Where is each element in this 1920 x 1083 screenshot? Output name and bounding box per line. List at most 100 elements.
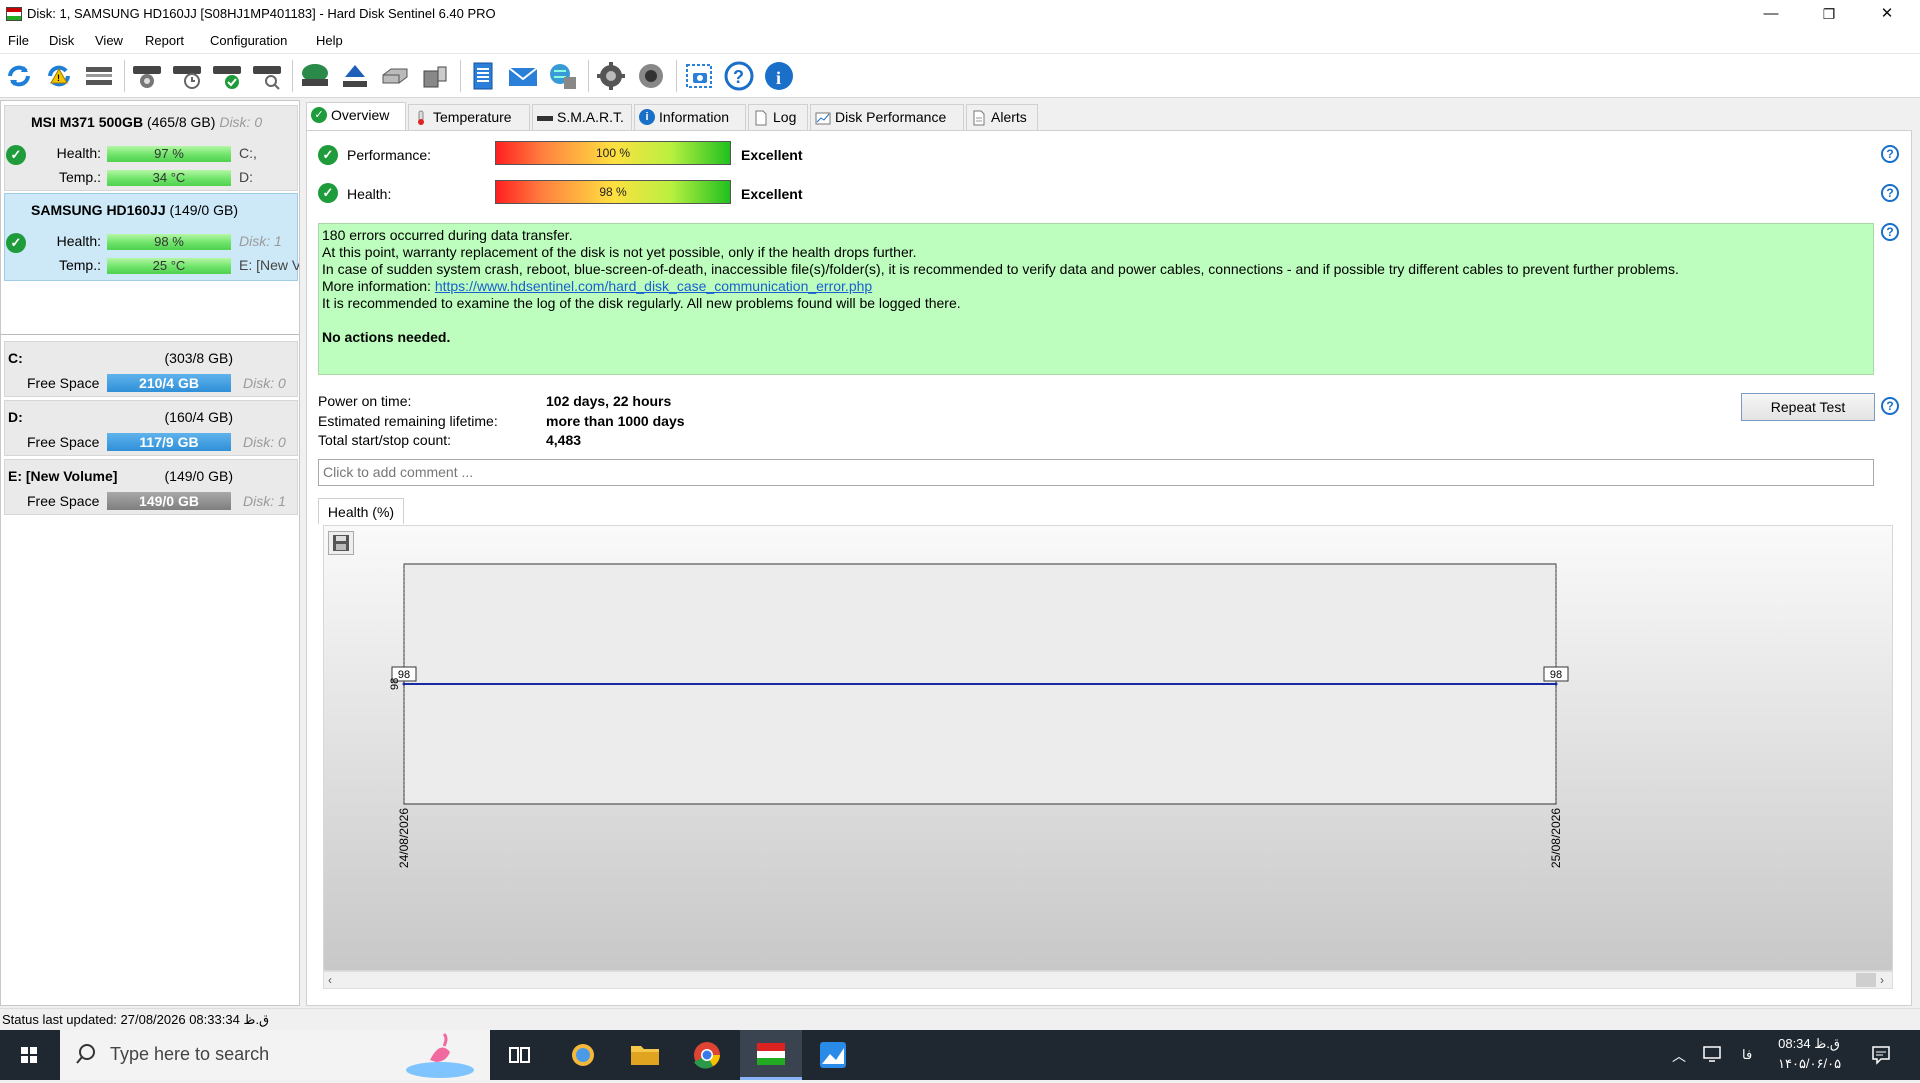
comment-input[interactable]: Click to add comment ... <box>318 459 1874 486</box>
info-icon: i <box>639 109 655 125</box>
volume-disk: Disk: 0 <box>243 434 286 450</box>
thermometer-icon <box>413 109 429 125</box>
refresh-warning-icon[interactable]: ! <box>42 59 76 93</box>
tab-smart[interactable]: S.M.A.R.T. <box>532 104 632 130</box>
network-icon[interactable] <box>546 59 580 93</box>
menu-disk[interactable]: Disk <box>49 33 74 48</box>
scroll-left-icon[interactable]: ‹ <box>328 973 332 987</box>
health-chart: 98 98 98 24/08/2026 25/08/2026 <box>323 525 1893 971</box>
tab-disk-performance[interactable]: Disk Performance <box>810 104 964 130</box>
start-stop-value: 4,483 <box>546 432 582 448</box>
volume-item[interactable]: E: [New Volume] (149/0 GB) Free Space 14… <box>4 459 298 515</box>
volume-item[interactable]: D: (160/4 GB) Free Space 117/9 GB Disk: … <box>4 400 298 456</box>
disk-item[interactable]: MSI M371 500GB (465/8 GB) Disk: 0 ✓ Heal… <box>4 105 298 191</box>
report-icon[interactable] <box>466 59 500 93</box>
lifetime-value: more than 1000 days <box>546 413 685 429</box>
tab-overview[interactable]: ✓ Overview <box>306 102 406 130</box>
network-tray-icon[interactable] <box>1702 1044 1722 1067</box>
sound-icon[interactable] <box>634 59 668 93</box>
tab-temperature[interactable]: Temperature <box>408 104 530 130</box>
data-point <box>1554 682 1558 686</box>
help-icon[interactable]: ? <box>1881 184 1899 202</box>
disk-schedule-icon[interactable] <box>170 59 204 93</box>
flamingo-icon <box>406 1032 474 1078</box>
screenshot-icon[interactable] <box>682 59 716 93</box>
menu-report[interactable]: Report <box>145 33 184 48</box>
chrome-icon <box>694 1042 720 1069</box>
message-line: More information: https://www.hdsentinel… <box>322 278 1870 295</box>
disk-name: MSI M371 500GB (465/8 GB) Disk: 0 <box>31 114 263 130</box>
disk-name: SAMSUNG HD160JJ (149/0 GB) <box>31 202 238 218</box>
scroll-right-icon[interactable]: › <box>1880 973 1884 987</box>
clock-time[interactable]: 08:34 ق.ظ <box>1778 1036 1840 1052</box>
info-link[interactable]: https://www.hdsentinel.com/hard_disk_cas… <box>435 278 872 294</box>
refresh-icon[interactable] <box>2 59 36 93</box>
volume-name: C: <box>8 350 23 366</box>
disk-volumes: E: [New V <box>239 257 299 273</box>
tab-information[interactable]: i Information <box>634 104 746 130</box>
language-indicator[interactable]: فا <box>1742 1047 1752 1063</box>
disk-search-icon[interactable] <box>250 59 284 93</box>
notification-icon[interactable] <box>1870 1044 1892 1069</box>
help-icon[interactable]: ? <box>1881 145 1899 163</box>
help-icon[interactable]: ? <box>722 59 756 93</box>
chart-canvas: 98 989824/08/2026 25/08/2026 <box>389 563 1569 868</box>
mail-icon[interactable] <box>506 59 540 93</box>
help-icon[interactable]: ? <box>1881 397 1899 415</box>
menu-view[interactable]: View <box>95 33 123 48</box>
status-message: 180 errors occurred during data transfer… <box>318 223 1874 375</box>
performance-ok-icon: ✓ <box>318 145 338 165</box>
disk-item-selected[interactable]: SAMSUNG HD160JJ (149/0 GB) ✓ Health: 98 … <box>4 193 299 281</box>
message-line: At this point, warranty replacement of t… <box>322 244 917 260</box>
toolbar: ! ? i <box>0 54 1920 98</box>
disk-test-icon[interactable] <box>130 59 164 93</box>
repeat-test-button[interactable]: Repeat Test <box>1741 393 1875 421</box>
minimize-button[interactable]: — <box>1742 0 1800 28</box>
tray-chevron-icon[interactable]: ︿ <box>1672 1046 1686 1066</box>
data-point <box>402 682 406 686</box>
tab-alerts[interactable]: Alerts <box>966 104 1038 130</box>
windows-icon <box>21 1047 37 1063</box>
tab-label: Alerts <box>991 109 1027 125</box>
chart-scrollbar[interactable]: ‹ › <box>323 971 1893 989</box>
tab-log[interactable]: Log <box>748 104 808 130</box>
performance-label: Performance: <box>347 147 432 163</box>
health-rating: Excellent <box>741 186 803 202</box>
taskbar-app-weather[interactable] <box>554 1030 612 1080</box>
taskbar-app-hdsentinel[interactable] <box>740 1030 802 1080</box>
hdsentinel-icon <box>757 1043 785 1065</box>
menu-help[interactable]: Help <box>316 33 343 48</box>
volume-size: (160/4 GB) <box>164 409 233 425</box>
document-icon <box>753 109 769 126</box>
overview-panel: ✓ Performance: 100 % Excellent ? ✓ Healt… <box>306 130 1912 1006</box>
taskbar-app-explorer[interactable] <box>616 1030 674 1080</box>
surface-test-icon[interactable] <box>298 59 332 93</box>
taskbar-app-chrome[interactable] <box>678 1030 736 1080</box>
task-view-button[interactable] <box>490 1030 548 1080</box>
menu-configuration[interactable]: Configuration <box>210 33 287 48</box>
free-space-bar: 149/0 GB <box>107 492 231 510</box>
status-ok-icon: ✓ <box>6 145 26 165</box>
disk-list-icon[interactable] <box>82 59 116 93</box>
health-label: Health: <box>347 186 392 202</box>
info-icon[interactable]: i <box>762 59 796 93</box>
volume-item[interactable]: C: (303/8 GB) Free Space 210/4 GB Disk: … <box>4 341 298 397</box>
usb-drive-icon[interactable] <box>418 59 452 93</box>
menu-file[interactable]: File <box>8 33 29 48</box>
scroll-thumb[interactable] <box>1856 973 1876 987</box>
close-button[interactable]: ✕ <box>1858 0 1916 28</box>
start-button[interactable] <box>0 1030 58 1080</box>
clock-date[interactable]: ۱۴۰۵/۰۶/۰۵ <box>1778 1056 1841 1072</box>
temp-label: Temp.: <box>58 169 101 185</box>
maximize-button[interactable]: ❐ <box>1800 0 1858 28</box>
settings-icon[interactable] <box>594 59 628 93</box>
temp-bar: 34 °C <box>107 170 231 186</box>
taskbar-search[interactable]: Type here to search <box>60 1030 490 1080</box>
taskbar-app-photos[interactable] <box>804 1030 862 1080</box>
disk-ok-icon[interactable] <box>210 59 244 93</box>
tab-health-chart[interactable]: Health (%) <box>318 498 404 524</box>
help-icon[interactable]: ? <box>1881 223 1899 241</box>
drive-icon[interactable] <box>378 59 412 93</box>
taskbar: Type here to search ︿ فا 08:34 ق.ظ ۱۴۰۵/… <box>0 1030 1920 1080</box>
eject-icon[interactable] <box>338 59 372 93</box>
